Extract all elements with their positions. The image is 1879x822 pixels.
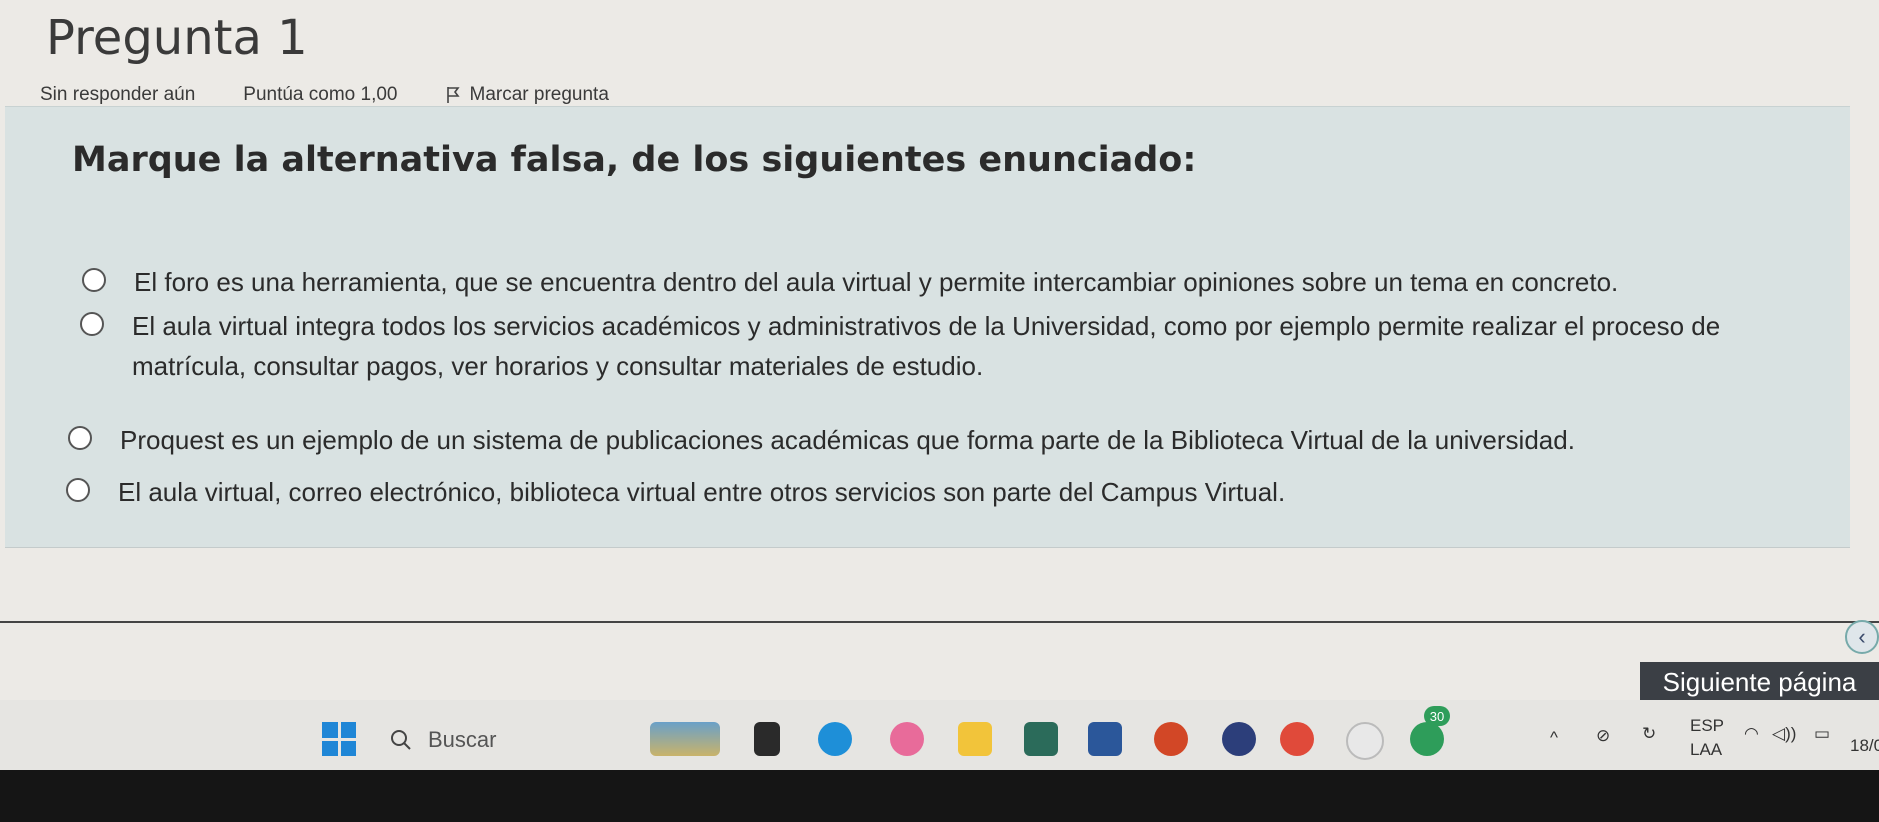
powerpoint-icon[interactable] (1154, 722, 1188, 756)
clock-date[interactable]: 18/0 (1850, 736, 1879, 756)
option-label: El aula virtual integra todos los servic… (132, 311, 1721, 341)
search-placeholder: Buscar (428, 727, 497, 752)
notification-badge: 30 (1424, 706, 1450, 726)
battery-icon[interactable]: ▭ (1814, 724, 1830, 744)
chevron-up-icon[interactable]: ^ (1550, 728, 1558, 748)
radio-button[interactable] (82, 268, 106, 292)
option-label: El foro es una herramienta, que se encue… (134, 267, 1619, 297)
search-icon (391, 730, 411, 750)
edge-browser-icon[interactable] (818, 722, 852, 756)
question-status: Sin responder aún (40, 84, 196, 105)
radio-button[interactable] (80, 312, 104, 336)
language-indicator[interactable]: ESP LAA (1690, 716, 1724, 760)
location-off-icon[interactable]: ⊘ (1596, 726, 1610, 746)
copilot-icon[interactable] (890, 722, 924, 756)
chevron-left-icon[interactable]: ‹ (1845, 620, 1879, 654)
widgets-icon[interactable] (650, 722, 720, 756)
taskbar-search[interactable]: Buscar (390, 718, 620, 762)
flag-question-label: Marcar pregunta (469, 84, 609, 105)
word-icon[interactable] (1088, 722, 1122, 756)
task-view-icon[interactable] (754, 722, 780, 756)
flag-icon (446, 87, 460, 103)
next-page-button[interactable]: Siguiente página (1640, 662, 1879, 702)
answer-option-4[interactable]: El aula virtual, correo electrónico, bib… (66, 472, 1285, 512)
file-explorer-icon[interactable] (958, 722, 992, 756)
question-text: Marque la alternativa falsa, de los sigu… (72, 140, 1197, 180)
windows-start-icon[interactable] (322, 722, 356, 756)
language-code: ESP (1690, 716, 1725, 735)
media-player-icon[interactable] (1222, 722, 1256, 756)
store-icon[interactable] (1024, 722, 1058, 756)
answer-option-3[interactable]: Proquest es un ejemplo de un sistema de … (68, 420, 1575, 460)
section-divider (0, 621, 1879, 623)
option-label: El aula virtual, correo electrónico, bib… (118, 477, 1286, 507)
flag-question-link[interactable]: Marcar pregunta (446, 84, 657, 106)
wifi-icon[interactable]: ◠ (1744, 724, 1759, 744)
sync-icon[interactable]: ↻ (1642, 724, 1656, 744)
volume-icon[interactable]: ◁)) (1772, 724, 1796, 744)
radio-button[interactable] (66, 478, 90, 502)
whatsapp-icon[interactable] (1410, 722, 1444, 756)
question-title: Pregunta 1 (46, 10, 308, 66)
option-label-continued: matrícula, consultar pagos, ver horarios… (132, 351, 984, 381)
quiz-page: Pregunta 1 Sin responder aún Puntúa como… (0, 0, 1879, 702)
option-label: Proquest es un ejemplo de un sistema de … (120, 425, 1575, 455)
screen-bezel (0, 770, 1879, 822)
question-meta: Sin responder aún Puntúa como 1,00 Marca… (40, 84, 705, 106)
keyboard-layout: LAA (1690, 740, 1723, 759)
answer-option-1[interactable]: El foro es una herramienta, que se encue… (82, 262, 1618, 302)
app-icon[interactable] (1346, 722, 1384, 760)
question-score: Puntúa como 1,00 (243, 84, 398, 105)
chrome-icon[interactable] (1280, 722, 1314, 756)
answer-option-2[interactable]: El aula virtual integra todos los servic… (80, 306, 1720, 386)
radio-button[interactable] (68, 426, 92, 450)
